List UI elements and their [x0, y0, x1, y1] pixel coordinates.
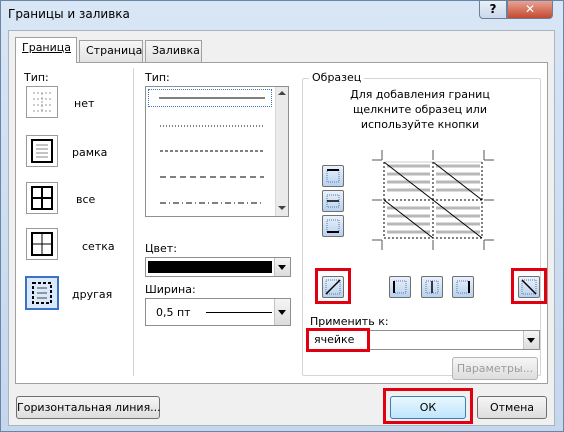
- setting-none-label: нет: [74, 97, 95, 110]
- setting-none-button[interactable]: [26, 86, 58, 118]
- width-dropdown-button[interactable]: [274, 299, 290, 325]
- apply-to-dropdown-button[interactable]: [523, 331, 539, 349]
- preview-label: Образец: [309, 71, 365, 84]
- diagonal-down-border-button[interactable]: [518, 276, 540, 298]
- bottom-border-button[interactable]: [322, 215, 344, 237]
- border-diagonal-down-icon: [521, 279, 537, 295]
- line-style-dash-dot[interactable]: [148, 196, 272, 210]
- separator: [133, 68, 134, 376]
- border-custom-icon: [32, 282, 52, 304]
- width-dropdown[interactable]: 0,5 пт: [145, 298, 291, 326]
- border-right-icon: [456, 280, 470, 294]
- left-border-button[interactable]: [389, 276, 411, 298]
- apply-to-value: ячейке: [314, 333, 355, 346]
- diagonal-up-border-button[interactable]: [322, 276, 344, 298]
- ok-button[interactable]: ОК: [390, 396, 466, 419]
- preview-hint: Для добавления границ щелкните образец и…: [350, 88, 490, 131]
- line-style-solid: [159, 97, 265, 99]
- tab-page[interactable]: Страница: [79, 40, 143, 62]
- line-style-dash[interactable]: [148, 170, 272, 184]
- border-grid-icon: [31, 232, 53, 256]
- border-bottom-icon: [326, 219, 340, 233]
- border-left-icon: [393, 280, 407, 294]
- color-dropdown-button[interactable]: [274, 258, 290, 276]
- right-border-button[interactable]: [452, 276, 474, 298]
- border-none-icon: [33, 92, 51, 112]
- horizontal-line-button[interactable]: Горизонтальная линия...: [16, 396, 161, 419]
- top-border-button[interactable]: [322, 165, 344, 187]
- close-button[interactable]: ✕: [507, 0, 553, 19]
- setting-all-label: все: [76, 193, 96, 206]
- chevron-down-icon: [527, 338, 535, 343]
- parameters-button[interactable]: Параметры...: [452, 357, 538, 380]
- border-inside-vertical-icon: [425, 280, 439, 294]
- border-box-icon: [31, 139, 53, 163]
- inside-vertical-border-button[interactable]: [421, 276, 443, 298]
- border-inside-horizontal-icon: [326, 194, 340, 208]
- chevron-down-icon: [278, 310, 286, 315]
- tab-page-label: Страница: [86, 44, 143, 57]
- line-style-selected[interactable]: [148, 89, 272, 107]
- tab-shading[interactable]: Заливка: [145, 40, 202, 62]
- style-scrollbar[interactable]: [275, 87, 288, 216]
- setting-grid-button[interactable]: [26, 228, 58, 260]
- color-label: Цвет:: [145, 242, 177, 255]
- color-dropdown[interactable]: [145, 257, 291, 277]
- setting-all-button[interactable]: [26, 182, 58, 214]
- line-style-dotted[interactable]: [148, 119, 272, 133]
- border-diagonal-up-icon: [325, 279, 341, 295]
- chevron-down-icon: [278, 265, 286, 270]
- setting-custom-label: другая: [72, 288, 113, 301]
- border-all-icon: [31, 186, 53, 210]
- tab-shading-label: Заливка: [152, 44, 200, 57]
- preview-sample[interactable]: [372, 150, 494, 250]
- setting-grid-label: сетка: [82, 240, 115, 253]
- tab-border-label: Граница: [22, 41, 72, 54]
- window-title: Границы и заливка: [8, 7, 130, 21]
- setting-label: Тип:: [24, 71, 49, 84]
- width-label: Ширина:: [145, 283, 196, 296]
- cancel-button[interactable]: Отмена: [477, 396, 547, 419]
- border-top-icon: [326, 169, 340, 183]
- help-button[interactable]: ?: [479, 0, 507, 19]
- line-style-dashed[interactable]: [148, 144, 272, 158]
- setting-box-button[interactable]: [26, 135, 58, 167]
- width-value: 0,5 пт: [156, 306, 191, 319]
- inside-horizontal-border-button[interactable]: [322, 190, 344, 212]
- setting-custom-button[interactable]: [25, 276, 59, 310]
- style-label: Тип:: [145, 71, 170, 84]
- tab-border[interactable]: Граница: [15, 37, 77, 63]
- apply-to-label: Применить к:: [310, 315, 389, 328]
- width-sample-line: [206, 312, 272, 313]
- setting-box-label: рамка: [72, 146, 108, 159]
- scroll-down-icon[interactable]: [278, 206, 286, 210]
- color-swatch: [148, 261, 272, 273]
- scroll-up-icon[interactable]: [278, 91, 286, 95]
